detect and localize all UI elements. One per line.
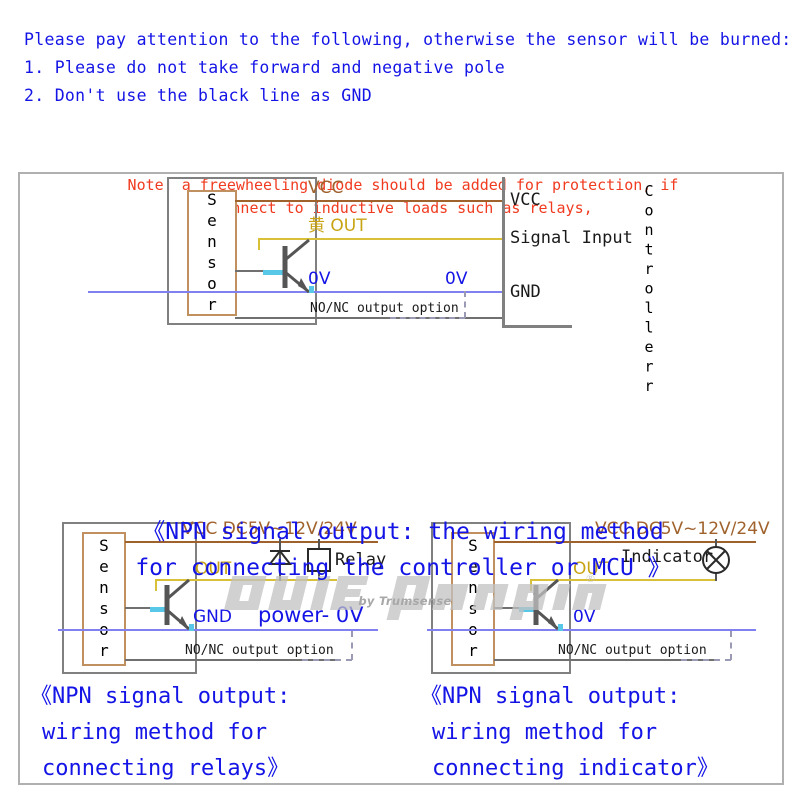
transistor-emitter-stub [558,624,563,631]
caption-relay: 《NPN signal output: wiring method for co… [30,679,290,787]
no-nc-dashed-vertical [730,631,732,660]
wire-base-lead [125,607,150,609]
controller-bracket-bottom [502,325,572,328]
caption-controller: 《NPN signal output: the wiring method fo… [20,514,786,586]
controller-bracket-vertical [502,177,505,325]
label-no-nc-option: NO/NC output option [185,643,334,658]
header-line-0: Please pay attention to the following, o… [24,30,792,49]
controller-terminal-signal-input: Signal Input [510,228,633,248]
wire-gnd [58,629,378,631]
no-nc-dashed-horizontal [302,659,352,661]
header-line-1: 1. Please do not take forward and negati… [24,58,505,77]
label-0v-dashed: 0V [445,269,468,289]
header-warning-notes: Please pay attention to the following, o… [24,26,792,110]
wire-0v [427,629,756,631]
caption-indicator-line-0: 《NPN signal output: [420,684,681,709]
sensor-label: Sensor [202,190,222,316]
controller-terminal-vcc: VCC [510,190,541,210]
caption-controller-line-0: 《NPN signal output: the wiring method [142,519,664,545]
caption-relay-line-0: 《NPN signal output: [30,684,291,709]
no-nc-dashed-vertical [464,291,466,318]
controller-terminal-gnd: GND [510,282,541,302]
sensor-box: Sensor [187,190,237,316]
label-out: 黄 OUT [308,216,367,236]
caption-controller-line-1: for connecting the controller or MCU 》 [135,555,671,581]
caption-relay-line-2: connecting relays》 [42,756,290,781]
diagram-npn-controller: Sensor VCC 黄 OUT 0V 0V NO/NC output opti… [20,174,786,397]
no-nc-dashed-horizontal [390,317,465,319]
wire-out-collector-drop [258,238,260,250]
wire-vcc [235,200,502,202]
label-vcc: VCC [308,178,344,198]
caption-indicator: 《NPN signal output: wiring method for co… [420,679,719,787]
watermark-subtitle: by Trumsense [358,594,452,608]
wire-base-lead [235,270,263,272]
label-no-nc-option: NO/NC output option [558,643,707,658]
caption-relay-line-1: wiring method for [42,720,268,745]
controller-name-label: Controllerr [640,182,658,397]
label-0v: 0V [308,269,331,289]
caption-indicator-line-2: connecting indicator》 [432,756,719,781]
no-nc-dashed-horizontal [681,659,731,661]
caption-indicator-line-1: wiring method for [432,720,658,745]
no-nc-dashed-vertical [351,631,353,660]
label-no-nc-option: NO/NC output option [310,301,459,316]
diagram-frame: Sensor VCC 黄 OUT 0V 0V NO/NC output opti… [18,172,784,785]
header-line-2: 2. Don't use the black line as GND [24,86,372,105]
